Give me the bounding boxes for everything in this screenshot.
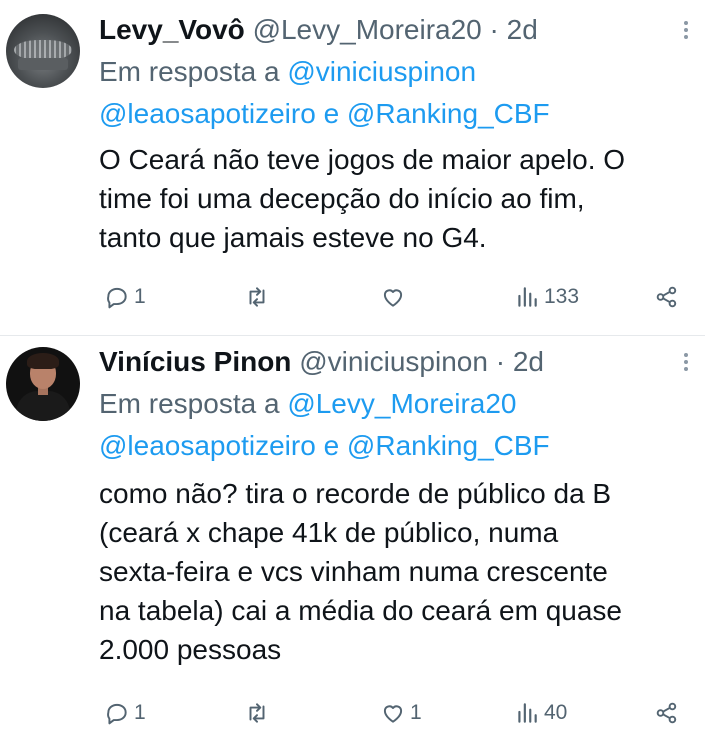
share-icon <box>656 702 677 724</box>
tweet[interactable]: Vinícius Pinon @viniciuspinon · 2d Em re… <box>0 336 705 735</box>
tweet-text: O Ceará não teve jogos de maior apelo. O… <box>99 140 699 257</box>
views-button[interactable]: 133 <box>514 284 579 310</box>
mention-link[interactable]: @Ranking_CBF <box>347 98 550 129</box>
reply-prefix: Em resposta a <box>99 56 280 87</box>
tweet-header: Vinícius Pinon @viniciuspinon · 2d <box>99 346 544 378</box>
author-name[interactable]: Levy_Vovô <box>99 14 245 45</box>
reply-prefix: Em resposta a <box>99 388 280 419</box>
tweet-text: como não? tira o recorde de público da B… <box>99 474 699 669</box>
tweet-text-line: na tabela) cai a média do ceará em quase <box>99 595 622 626</box>
like-button[interactable]: 1 <box>380 700 422 726</box>
tweet-text-line: tanto que jamais esteve no G4. <box>99 222 487 253</box>
retweet-button[interactable] <box>244 284 274 310</box>
like-count: 1 <box>410 701 422 724</box>
retweet-icon <box>249 287 265 307</box>
more-icon[interactable] <box>676 18 696 46</box>
avatar[interactable] <box>6 14 80 88</box>
reply-count: 1 <box>134 701 146 724</box>
retweet-icon <box>249 703 265 723</box>
avatar[interactable] <box>6 347 80 421</box>
reply-icon <box>107 703 127 725</box>
reply-context-line-2: @leaosapotizeiro e @Ranking_CBF <box>99 426 550 465</box>
reply-button[interactable]: 1 <box>104 700 146 726</box>
share-icon <box>656 286 677 308</box>
author-name[interactable]: Vinícius Pinon <box>99 346 291 377</box>
tweet-text-line: time foi uma decepção do início ao fim, <box>99 183 585 214</box>
tweet-text-line: como não? tira o recorde de público da B <box>99 478 612 509</box>
tweet[interactable]: Levy_Vovô @Levy_Moreira20 · 2d Em respos… <box>0 0 705 336</box>
mention-link[interactable]: @leaosapotizeiro <box>99 430 316 461</box>
views-button[interactable]: 40 <box>514 700 567 726</box>
timestamp[interactable]: 2d <box>513 346 544 377</box>
separator: · <box>489 14 499 45</box>
reply-context-line-1: Em resposta a @Levy_Moreira20 <box>99 384 517 423</box>
tweet-text-line: 2.000 pessoas <box>99 634 282 665</box>
tweet-header: Levy_Vovô @Levy_Moreira20 · 2d <box>99 14 538 46</box>
reply-context-line-1: Em resposta a @viniciuspinon <box>99 52 476 91</box>
reply-button[interactable]: 1 <box>104 284 146 310</box>
timestamp[interactable]: 2d <box>507 14 538 45</box>
mention-link[interactable]: @Levy_Moreira20 <box>287 388 516 419</box>
views-count: 40 <box>544 701 568 724</box>
tweet-text-line: O Ceará não teve jogos de maior apelo. O <box>99 144 626 175</box>
reply-and: e <box>323 430 340 461</box>
mention-link[interactable]: @Ranking_CBF <box>347 430 550 461</box>
reply-and: e <box>323 98 340 129</box>
mention-link[interactable]: @leaosapotizeiro <box>99 98 316 129</box>
tweet-text-line: sexta-feira e vcs vinham numa crescente <box>99 556 608 587</box>
retweet-button[interactable] <box>244 700 274 726</box>
action-bar: 1 133 <box>0 284 705 314</box>
like-icon <box>383 705 403 723</box>
mention-link[interactable]: @viniciuspinon <box>287 56 476 87</box>
like-icon <box>383 289 403 307</box>
share-button[interactable] <box>654 284 680 310</box>
views-count: 133 <box>544 285 580 308</box>
author-handle[interactable]: @Levy_Moreira20 <box>253 14 482 45</box>
reply-context-line-2: @leaosapotizeiro e @Ranking_CBF <box>99 94 550 133</box>
tweet-text-line: (ceará x chape 41k de público, numa <box>99 517 559 548</box>
views-icon <box>518 703 537 723</box>
more-icon[interactable] <box>676 350 696 378</box>
author-handle[interactable]: @viniciuspinon <box>299 346 488 377</box>
share-button[interactable] <box>654 700 680 726</box>
like-button[interactable] <box>380 284 410 310</box>
views-icon <box>518 287 537 307</box>
reply-icon <box>107 287 127 309</box>
separator: · <box>495 346 506 377</box>
action-bar: 1 1 40 <box>0 700 705 730</box>
reply-count: 1 <box>134 285 146 308</box>
